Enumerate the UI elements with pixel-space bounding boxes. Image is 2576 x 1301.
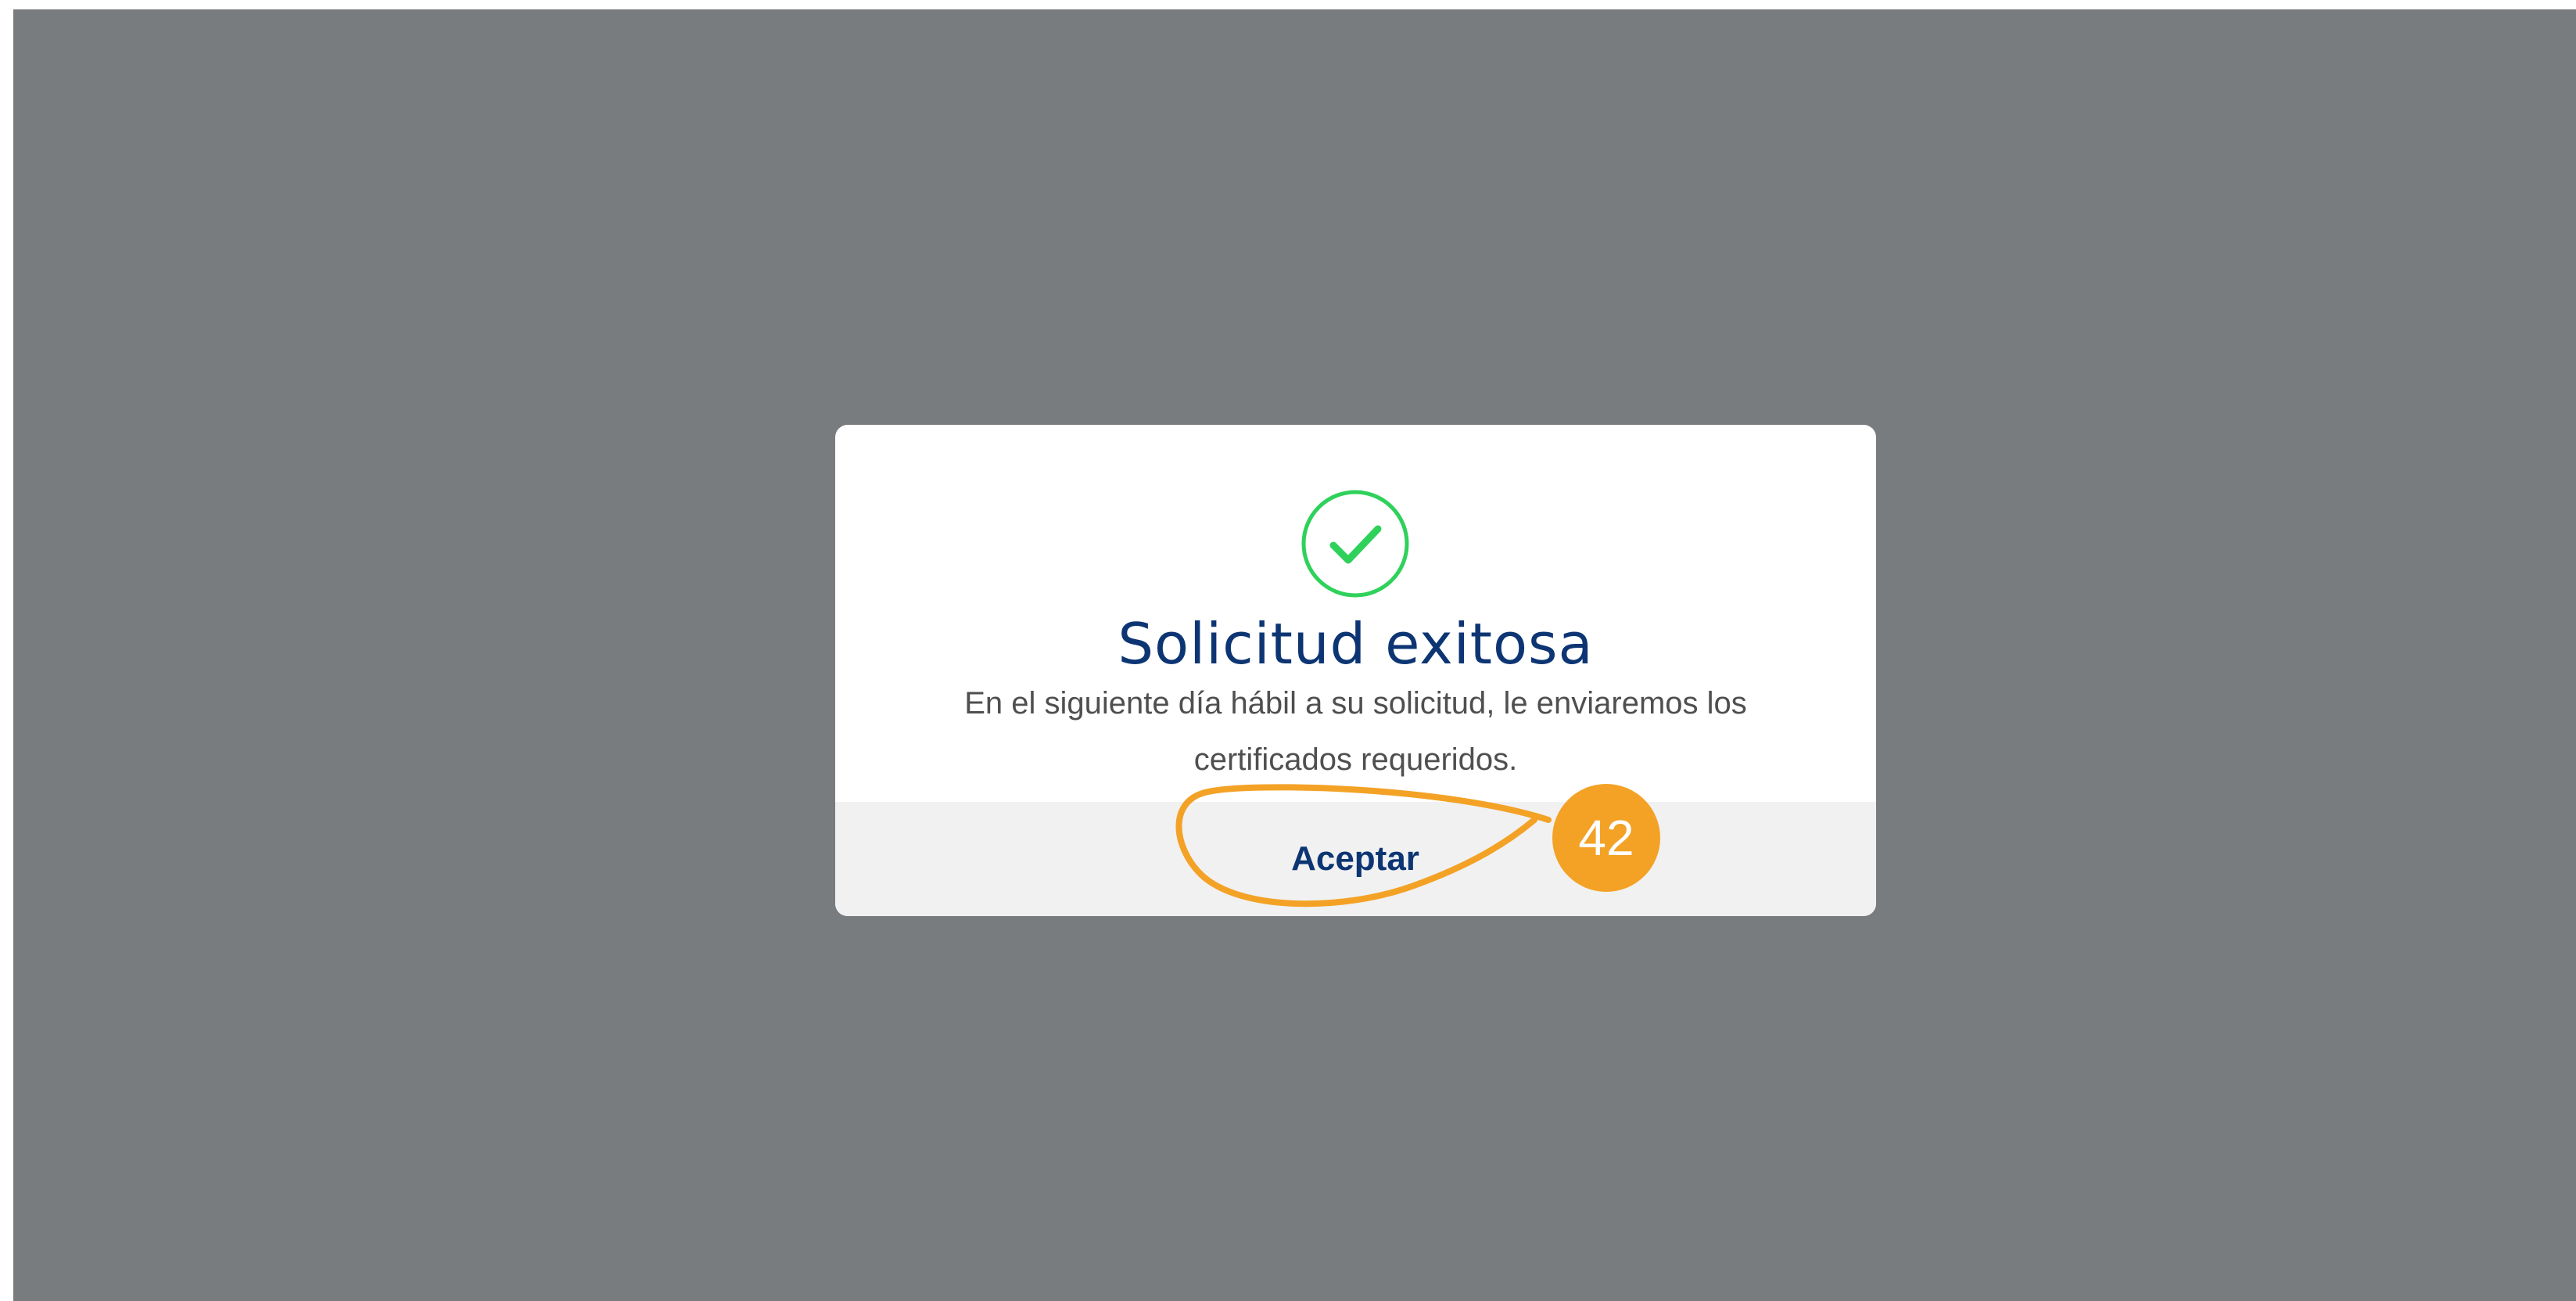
accept-button[interactable]: Aceptar <box>1207 802 1504 916</box>
dialog-title: Solicitud exitosa <box>1118 611 1594 677</box>
success-dialog: Solicitud exitosa En el siguiente día há… <box>835 425 1876 916</box>
check-circle-icon <box>1301 490 1409 598</box>
step-number-badge: 42 <box>1552 784 1660 892</box>
dialog-footer: Aceptar <box>835 802 1876 916</box>
dialog-message: En el siguiente día hábil a su solicitud… <box>964 686 1747 777</box>
modal-backdrop: Solicitud exitosa En el siguiente día há… <box>13 9 2576 1301</box>
